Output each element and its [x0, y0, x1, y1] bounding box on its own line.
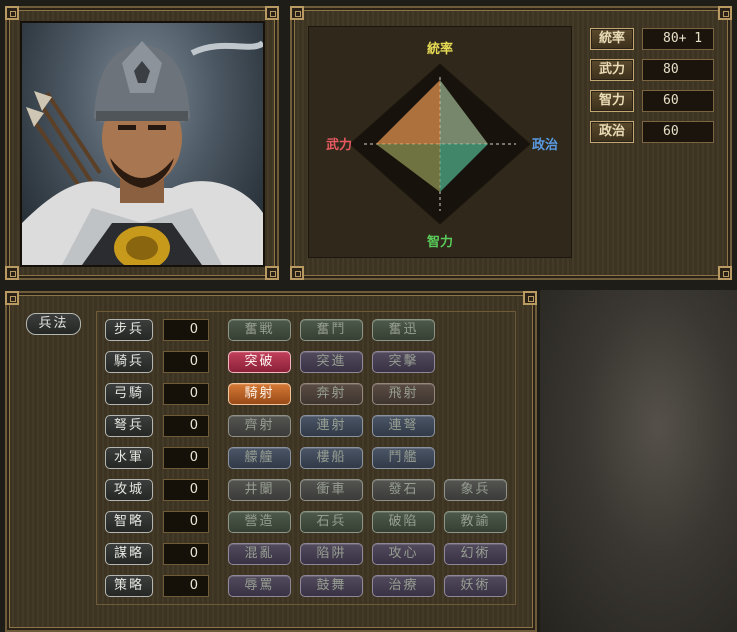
- frame-corner-ornament: [5, 6, 19, 20]
- tactic-skill-button[interactable]: 混亂: [228, 543, 291, 565]
- tactic-skill-button[interactable]: 鬥艦: [372, 447, 435, 469]
- tactic-skill-button[interactable]: 衝車: [300, 479, 363, 501]
- radar-label-right: 政治: [532, 137, 558, 153]
- tactic-skill-button[interactable]: 發石: [372, 479, 435, 501]
- frame-corner-ornament: [265, 266, 279, 280]
- unit-aptitude-value: 0: [163, 415, 209, 437]
- radar-label-top: 統率: [427, 41, 453, 57]
- tactic-skill-button[interactable]: 齊射: [228, 415, 291, 437]
- stat-value: 60: [642, 90, 714, 112]
- frame-corner-ornament: [523, 291, 537, 305]
- unit-type-label: 弓騎: [105, 383, 153, 405]
- tactic-skill-button[interactable]: 飛射: [372, 383, 435, 405]
- tactic-skill-button[interactable]: 突進: [300, 351, 363, 373]
- unit-aptitude-value: 0: [163, 511, 209, 533]
- tactic-skill-button[interactable]: 治療: [372, 575, 435, 597]
- stat-label: 智力: [590, 90, 634, 112]
- tactic-skill-button[interactable]: 幻術: [444, 543, 507, 565]
- unit-aptitude-value: 0: [163, 575, 209, 597]
- radar-chart: 統率 武力 政治 智力: [326, 41, 558, 250]
- tactic-skill-button[interactable]: 連弩: [372, 415, 435, 437]
- tactic-skill-button[interactable]: 奮鬥: [300, 319, 363, 341]
- stat-value: 80: [642, 59, 714, 81]
- unit-aptitude-value: 0: [163, 383, 209, 405]
- stat-value: 60: [642, 121, 714, 143]
- unit-type-label: 謀略: [105, 543, 153, 565]
- frame-corner-ornament: [5, 266, 19, 280]
- tactic-skill-button[interactable]: 井闌: [228, 479, 291, 501]
- unit-type-label: 步兵: [105, 319, 153, 341]
- stat-label: 政治: [590, 121, 634, 143]
- frame-corner-ornament: [290, 266, 304, 280]
- frame-corner-ornament: [718, 6, 732, 20]
- unit-type-label: 智略: [105, 511, 153, 533]
- stat-label: 武力: [590, 59, 634, 81]
- tactic-skill-button[interactable]: 教諭: [444, 511, 507, 533]
- unit-type-label: 策略: [105, 575, 153, 597]
- tactic-skill-button[interactable]: 騎射: [228, 383, 291, 405]
- tactic-skill-button[interactable]: 妖術: [444, 575, 507, 597]
- frame-corner-ornament: [290, 6, 304, 20]
- background-rock: [540, 290, 737, 632]
- tactic-skill-button[interactable]: 連射: [300, 415, 363, 437]
- unit-type-label: 弩兵: [105, 415, 153, 437]
- unit-type-label: 攻城: [105, 479, 153, 501]
- tactic-skill-button[interactable]: 陷阱: [300, 543, 363, 565]
- tactic-skill-button[interactable]: 辱罵: [228, 575, 291, 597]
- officer-portrait-art: [22, 40, 263, 265]
- stat-label: 統率: [590, 28, 634, 50]
- officer-portrait: [20, 21, 265, 267]
- tactic-skill-button[interactable]: 鼓舞: [300, 575, 363, 597]
- tactic-skill-button[interactable]: 突擊: [372, 351, 435, 373]
- tactic-skill-button[interactable]: 象兵: [444, 479, 507, 501]
- unit-aptitude-value: 0: [163, 479, 209, 501]
- frame-corner-ornament: [718, 266, 732, 280]
- tactic-skill-button[interactable]: 樓船: [300, 447, 363, 469]
- unit-type-label: 騎兵: [105, 351, 153, 373]
- tactic-skill-button[interactable]: 奮迅: [372, 319, 435, 341]
- unit-aptitude-value: 0: [163, 543, 209, 565]
- tactic-skill-button[interactable]: 破陷: [372, 511, 435, 533]
- unit-aptitude-value: 0: [163, 447, 209, 469]
- tactic-skill-button[interactable]: 營造: [228, 511, 291, 533]
- frame-corner-ornament: [265, 6, 279, 20]
- tactic-skill-button[interactable]: 石兵: [300, 511, 363, 533]
- unit-aptitude-value: 0: [163, 351, 209, 373]
- radar-label-left: 武力: [326, 137, 352, 153]
- tactic-skill-button[interactable]: 奮戦: [228, 319, 291, 341]
- tactic-skill-button[interactable]: 奔射: [300, 383, 363, 405]
- unit-type-label: 水軍: [105, 447, 153, 469]
- tactic-skill-button[interactable]: 攻心: [372, 543, 435, 565]
- stat-value: 80+ 1: [642, 28, 714, 50]
- tactic-skill-button[interactable]: 艨艟: [228, 447, 291, 469]
- unit-aptitude-value: 0: [163, 319, 209, 341]
- tactics-title: 兵法: [26, 313, 81, 335]
- radar-label-bottom: 智力: [427, 234, 453, 250]
- portrait-panel: [5, 6, 279, 280]
- tactic-skill-button[interactable]: 突破: [228, 351, 291, 373]
- frame-corner-ornament: [5, 291, 19, 305]
- radar-chart-area: 統率 武力 政治 智力: [308, 26, 572, 258]
